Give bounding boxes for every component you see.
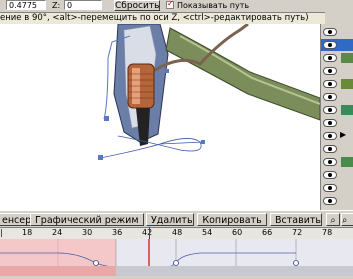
zoom-in-button[interactable]: ⌕ [326,213,340,226]
layer-row[interactable]: ▶ [321,130,353,142]
layer-row[interactable] [321,26,353,38]
eye-icon[interactable] [323,145,337,153]
eye-icon[interactable] [323,80,337,88]
layer-row[interactable] [321,91,353,103]
keyframe-point [93,260,99,266]
bottom-toolbar: енсер Графический режим Удалить Копирова… [0,210,353,228]
magnifier-icon: ⌕ [342,215,348,226]
ruler-tick: 36 [112,228,123,237]
ruler-tick: 48 [172,228,183,237]
z-label: Z: [52,1,61,10]
layer-row[interactable] [321,143,353,155]
playhead-marker[interactable] [149,227,150,239]
eye-icon[interactable] [323,184,337,192]
eye-icon[interactable] [323,41,337,49]
show-path-label: Показывать путь [177,1,250,10]
magnifier-icon: ⌕ [330,215,336,226]
eye-icon[interactable] [323,119,337,127]
layer-color-swatch [341,53,353,63]
layer-row[interactable] [321,65,353,77]
ruler-tick: 54 [202,228,213,237]
layer-row[interactable] [321,195,353,207]
top-toolbar: 0.4775 Z: 0 Сбросить ✓ Показывать путь [0,0,353,12]
keyframe-point [173,260,179,266]
layer-row[interactable] [321,104,353,116]
ruler-tick: 66 [262,228,273,237]
expand-arrow-icon[interactable]: ▶ [340,130,346,139]
ruler-tick: 72 [292,228,303,237]
ruler-tick: 24 [52,228,63,237]
timeline-footer [0,266,353,276]
layer-row[interactable] [321,169,353,181]
eye-icon[interactable] [323,93,337,101]
layer-color-swatch [341,157,353,167]
eye-icon[interactable] [323,197,337,205]
layer-row-selected[interactable] [321,39,353,51]
zoom-out-button[interactable]: ⌕ [341,213,353,226]
3d-viewport[interactable] [0,24,320,210]
layer-color-swatch [341,79,353,89]
ruler-tick: 60 [232,228,243,237]
motion-key-end [201,140,205,144]
layer-panel: ▶ [320,24,353,210]
delete-button[interactable]: Удалить [146,213,194,226]
paste-button[interactable]: Вставить [270,213,322,226]
layer-row[interactable] [321,117,353,129]
eye-icon[interactable] [323,28,337,36]
ruler-tick: 78 [322,228,333,237]
keyframe-point [293,260,299,266]
ruler-tick: 30 [82,228,93,237]
z-value-field[interactable]: 0 [64,0,102,10]
eye-icon[interactable] [323,54,337,62]
layer-row[interactable] [321,182,353,194]
layer-row[interactable] [321,52,353,64]
eye-icon[interactable] [323,106,337,114]
eye-icon[interactable] [323,171,337,179]
layer-color-swatch [341,105,353,115]
ruler-tick: 42 [142,228,153,237]
motion-key-start [98,155,103,160]
tab-graph-mode[interactable]: Графический режим [30,213,144,226]
show-path-checkbox[interactable]: ✓ [166,0,174,9]
layer-row[interactable] [321,156,353,168]
layer-row[interactable] [321,78,353,90]
eye-icon[interactable] [323,67,337,75]
x-value-field[interactable]: 0.4775 [6,0,46,10]
motion-path [99,135,202,159]
ruler-tick: 18 [22,228,33,237]
eye-icon[interactable] [323,132,337,140]
copy-button[interactable]: Копировать [197,213,267,226]
check-mark-icon: ✓ [167,0,174,8]
status-text: ение в 90°, <alt>-перемещить по оси Z, <… [0,13,309,23]
footer-range [0,266,116,276]
path-edge-left [103,57,109,120]
scene-drawing [98,24,320,160]
eye-icon[interactable] [323,158,337,166]
path-handle-right [165,69,169,73]
reset-button[interactable]: Сбросить [114,0,160,11]
